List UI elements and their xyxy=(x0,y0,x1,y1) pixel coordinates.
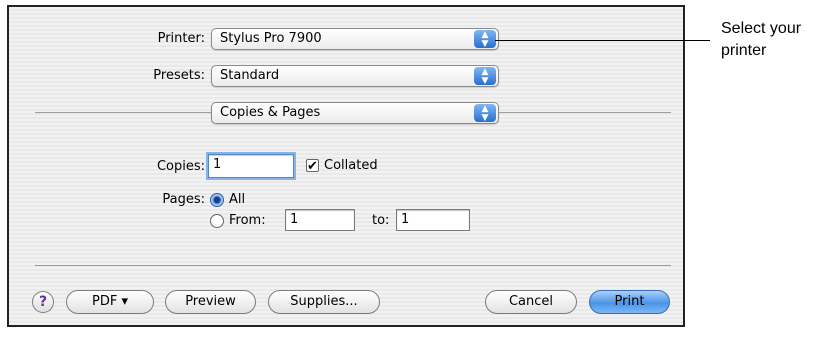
pages-all-radio[interactable] xyxy=(210,193,224,207)
pages-to-field[interactable]: 1 xyxy=(396,209,470,231)
panel-value: Copies & Pages xyxy=(220,105,321,120)
printer-label: Printer: xyxy=(157,31,205,46)
checkmark-icon: ✔ xyxy=(307,159,318,174)
pages-from-field[interactable]: 1 xyxy=(285,209,355,231)
cancel-button[interactable]: Cancel xyxy=(485,290,577,314)
callout-text: Select your printer xyxy=(721,18,801,62)
presets-value: Standard xyxy=(220,68,280,83)
up-down-arrows-icon: ▲ ▼ xyxy=(474,67,496,86)
pages-label: Pages: xyxy=(162,192,205,207)
pages-all-label: All xyxy=(229,192,246,207)
callout-line2: printer xyxy=(721,42,767,59)
callout-line xyxy=(495,40,710,41)
panel-popup[interactable]: Copies & Pages ▲ ▼ xyxy=(211,102,499,124)
help-icon[interactable]: ? xyxy=(32,291,54,313)
pages-to-value: 1 xyxy=(401,212,410,227)
pages-from-label: From: xyxy=(229,213,266,228)
preview-button[interactable]: Preview xyxy=(165,290,256,314)
collated-checkbox[interactable]: ✔ xyxy=(306,159,319,174)
collated-label: Collated xyxy=(324,158,378,173)
print-button[interactable]: Print xyxy=(589,290,670,314)
copies-value: 1 xyxy=(213,157,222,172)
separator-left xyxy=(35,112,211,113)
up-down-arrows-icon: ▲ ▼ xyxy=(474,104,496,123)
up-down-arrows-icon: ▲ ▼ xyxy=(474,30,496,49)
pages-to-label: to: xyxy=(372,213,390,228)
separator-right xyxy=(499,112,671,113)
bottom-separator xyxy=(35,265,671,266)
printer-value: Stylus Pro 7900 xyxy=(220,31,322,46)
printer-popup[interactable]: Stylus Pro 7900 ▲ ▼ xyxy=(211,28,499,50)
pdf-button[interactable]: PDF ▾ xyxy=(66,290,154,314)
supplies-button[interactable]: Supplies... xyxy=(268,290,380,314)
pages-from-value: 1 xyxy=(290,212,299,227)
callout-line1: Select your xyxy=(721,20,802,37)
presets-popup[interactable]: Standard ▲ ▼ xyxy=(211,65,499,87)
pages-from-radio[interactable] xyxy=(210,214,224,228)
presets-label: Presets: xyxy=(153,68,205,83)
print-dialog: Printer: Stylus Pro 7900 ▲ ▼ Presets: Sta… xyxy=(7,5,685,327)
copies-label: Copies: xyxy=(156,159,205,174)
copies-field[interactable]: 1 xyxy=(208,154,294,178)
